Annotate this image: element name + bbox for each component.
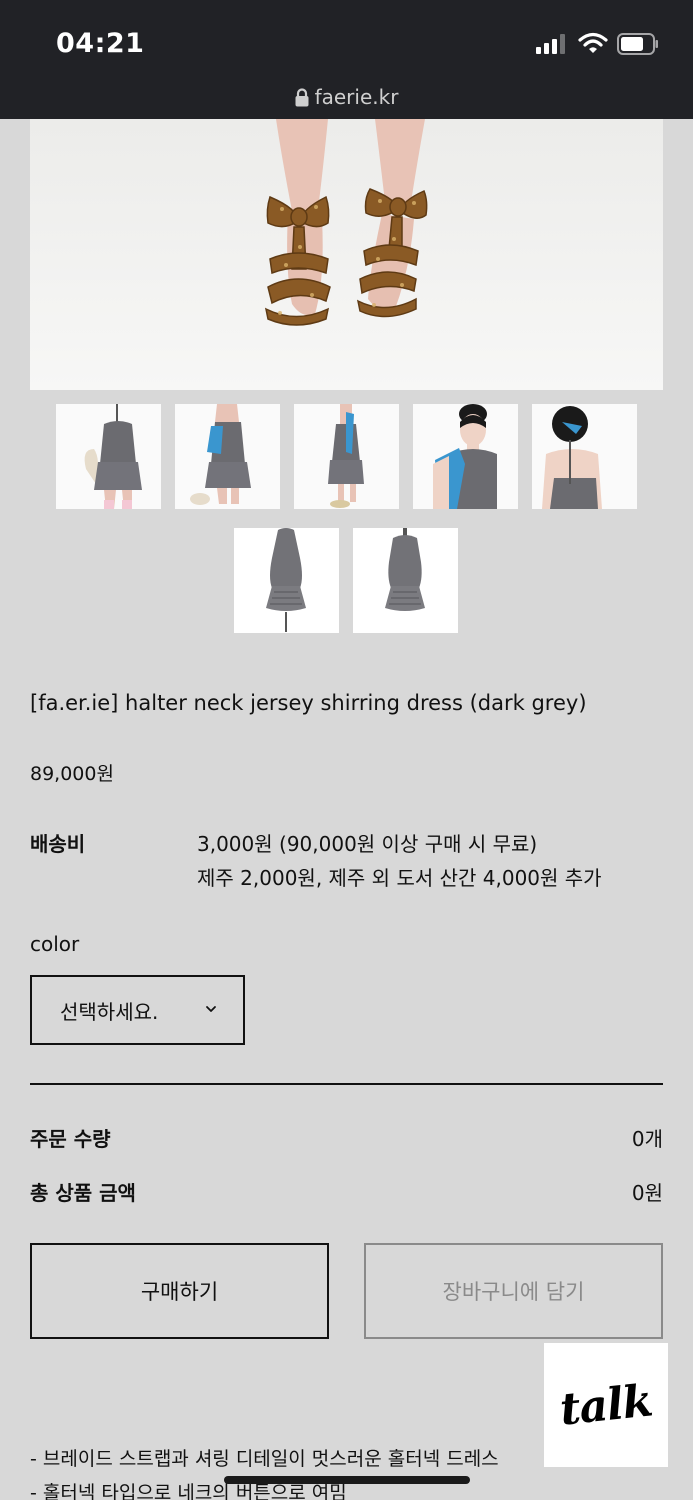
chevron-down-icon xyxy=(206,1006,216,1012)
dress-back-photo xyxy=(56,404,161,509)
url-domain: faerie.kr xyxy=(314,85,399,109)
dress-flat-back-icon xyxy=(353,528,458,633)
add-to-cart-button[interactable]: 장바구니에 담기 xyxy=(364,1243,663,1339)
thumbnail-6[interactable] xyxy=(234,528,339,633)
shipping-fee-text: 3,000원 (90,000원 이상 구매 시 무료) xyxy=(197,832,538,856)
model-back-photo xyxy=(532,404,637,509)
order-quantity-label: 주문 수량 xyxy=(30,1127,111,1151)
product-price: 89,000원 xyxy=(30,763,114,785)
shipping-label: 배송비 xyxy=(30,832,86,856)
total-price-value: 0원 xyxy=(631,1181,663,1205)
product-title: [fa.er.ie] halter neck jersey shirring d… xyxy=(30,691,587,715)
thumbnail-7[interactable] xyxy=(353,528,458,633)
lock-icon xyxy=(295,87,309,106)
color-select[interactable]: 선택하세요. xyxy=(30,975,245,1045)
shipping-extra-text: 제주 2,000원, 제주 외 도서 산간 4,000원 추가 xyxy=(197,866,602,890)
total-price-label: 총 상품 금액 xyxy=(30,1181,136,1205)
description-line: - 브레이드 스트랩과 셔링 디테일이 멋스러운 홀터넥 드레스 xyxy=(30,1448,499,1470)
thumbnail-5[interactable] xyxy=(532,404,637,509)
status-clock: 04:21 xyxy=(56,28,145,59)
divider xyxy=(30,1083,663,1085)
thumbnail-1[interactable] xyxy=(56,404,161,509)
sandals-photo xyxy=(30,119,663,390)
dress-flat-front-icon xyxy=(234,528,339,633)
color-option-label: color xyxy=(30,932,80,956)
thumbnail-4[interactable] xyxy=(413,404,518,509)
thumbnail-3[interactable] xyxy=(294,404,399,509)
wifi-icon xyxy=(578,32,608,53)
home-indicator[interactable] xyxy=(224,1476,470,1484)
color-select-value: 선택하세요. xyxy=(60,999,159,1024)
order-quantity-value: 0개 xyxy=(631,1127,663,1151)
model-portrait-photo xyxy=(413,404,518,509)
thumbnail-2[interactable] xyxy=(175,404,280,509)
battery-icon xyxy=(617,33,658,55)
talk-chat-button[interactable]: talk xyxy=(544,1343,668,1467)
talk-label: talk xyxy=(557,1374,655,1436)
product-main-image[interactable] xyxy=(30,119,663,390)
url-bar[interactable]: faerie.kr xyxy=(0,82,693,112)
dress-front-photo xyxy=(294,404,399,509)
status-bar: 04:21 faerie.kr xyxy=(0,0,693,119)
buy-button[interactable]: 구매하기 xyxy=(30,1243,329,1339)
signal-icon xyxy=(536,34,566,54)
dress-side-photo xyxy=(175,404,280,509)
